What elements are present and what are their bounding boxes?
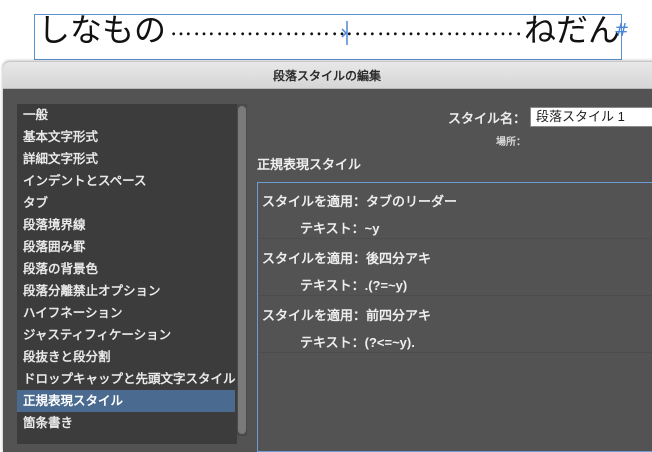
sidebar-item[interactable]: 箇条書き — [17, 412, 235, 434]
sidebar-item[interactable]: ハイフネーション — [17, 302, 235, 324]
grep-style-entry[interactable]: スタイルを適用：後四分アキテキスト：.(?=~y) — [258, 240, 652, 296]
grep-text-pattern[interactable]: テキスト：.(?=~y) — [300, 275, 407, 294]
dialog-titlebar[interactable]: 段落スタイルの編集 — [3, 62, 652, 89]
style-name-label: スタイル名： — [448, 110, 527, 126]
end-of-story-icon: # — [614, 20, 630, 41]
grep-apply-style[interactable]: スタイルを適用：前四分アキ — [262, 305, 431, 324]
style-name-input[interactable]: 段落スタイル 1 — [530, 107, 652, 127]
sidebar-item[interactable]: 段抜きと段分割 — [17, 346, 235, 368]
sidebar-item[interactable]: 基本文字形式 — [17, 126, 235, 148]
style-name-row: スタイル名： 段落スタイル 1 — [448, 107, 652, 127]
sidebar-item[interactable]: ドロップキャップと先頭文字スタイル — [17, 368, 236, 390]
sidebar-item[interactable]: タブ — [17, 192, 235, 214]
category-list: 一般 基本文字形式 詳細文字形式 インデントとスペース タブ 段落境界線 段落囲み罫 段落の背… — [17, 104, 237, 444]
sidebar-item[interactable]: 詳細文字形式 — [17, 148, 235, 170]
grep-apply-style[interactable]: スタイルを適用：後四分アキ — [262, 248, 431, 267]
sidebar-item[interactable]: インデントとスペース — [17, 170, 235, 192]
document-canvas: しなもの ……………………………………………………………………… ねだん # — [0, 0, 652, 62]
paragraph-style-dialog: 段落スタイルの編集 一般 基本文字形式 詳細文字形式 インデントとスペース タブ 段落境界… — [3, 62, 652, 452]
grep-style-entry[interactable]: スタイルを適用：前四分アキテキスト：(?<=~y). — [258, 297, 652, 353]
tab-character-icon — [341, 21, 348, 45]
section-title: 正規表現スタイル — [257, 157, 362, 172]
price-text: ねだん — [523, 11, 620, 49]
scrollbar-thumb[interactable] — [238, 106, 246, 434]
sidebar-item[interactable]: 段落境界線 — [17, 214, 235, 236]
sidebar-item[interactable]: ジャスティフィケーション — [17, 324, 235, 346]
sidebar-item[interactable]: 一般 — [17, 104, 235, 126]
grep-style-list[interactable]: スタイルを適用：タブのリーダー テキスト：~y スタイルを適用：後四分アキ テキスト：… — [257, 182, 652, 452]
dialog-title: 段落スタイルの編集 — [272, 68, 381, 83]
entry-divider — [258, 352, 652, 353]
grep-style-entry[interactable]: スタイルを適用：タブのリーダーテキスト：~y — [258, 183, 652, 239]
sidebar-item[interactable]: 段落の背景色 — [17, 258, 235, 280]
grep-text-pattern[interactable]: テキスト：~y — [300, 218, 379, 237]
document-text-line: しなもの ……………………………………………………………………… ねだん — [38, 6, 620, 50]
grep-text-pattern[interactable]: テキスト：(?<=~y). — [300, 332, 415, 351]
sidebar-item[interactable]: 段落分離禁止オプション — [17, 280, 235, 302]
sidebar-item[interactable]: 段落囲み罫 — [17, 236, 235, 258]
category-list-scrollbar[interactable] — [237, 104, 247, 436]
item-name-text: しなもの — [38, 11, 167, 49]
entry-divider — [258, 238, 652, 239]
location-label: 場所： — [496, 137, 526, 148]
sidebar-item[interactable]: 正規表現スタイル — [17, 390, 235, 412]
entry-divider — [258, 295, 652, 296]
grep-apply-style[interactable]: スタイルを適用：タブのリーダー — [262, 191, 457, 210]
